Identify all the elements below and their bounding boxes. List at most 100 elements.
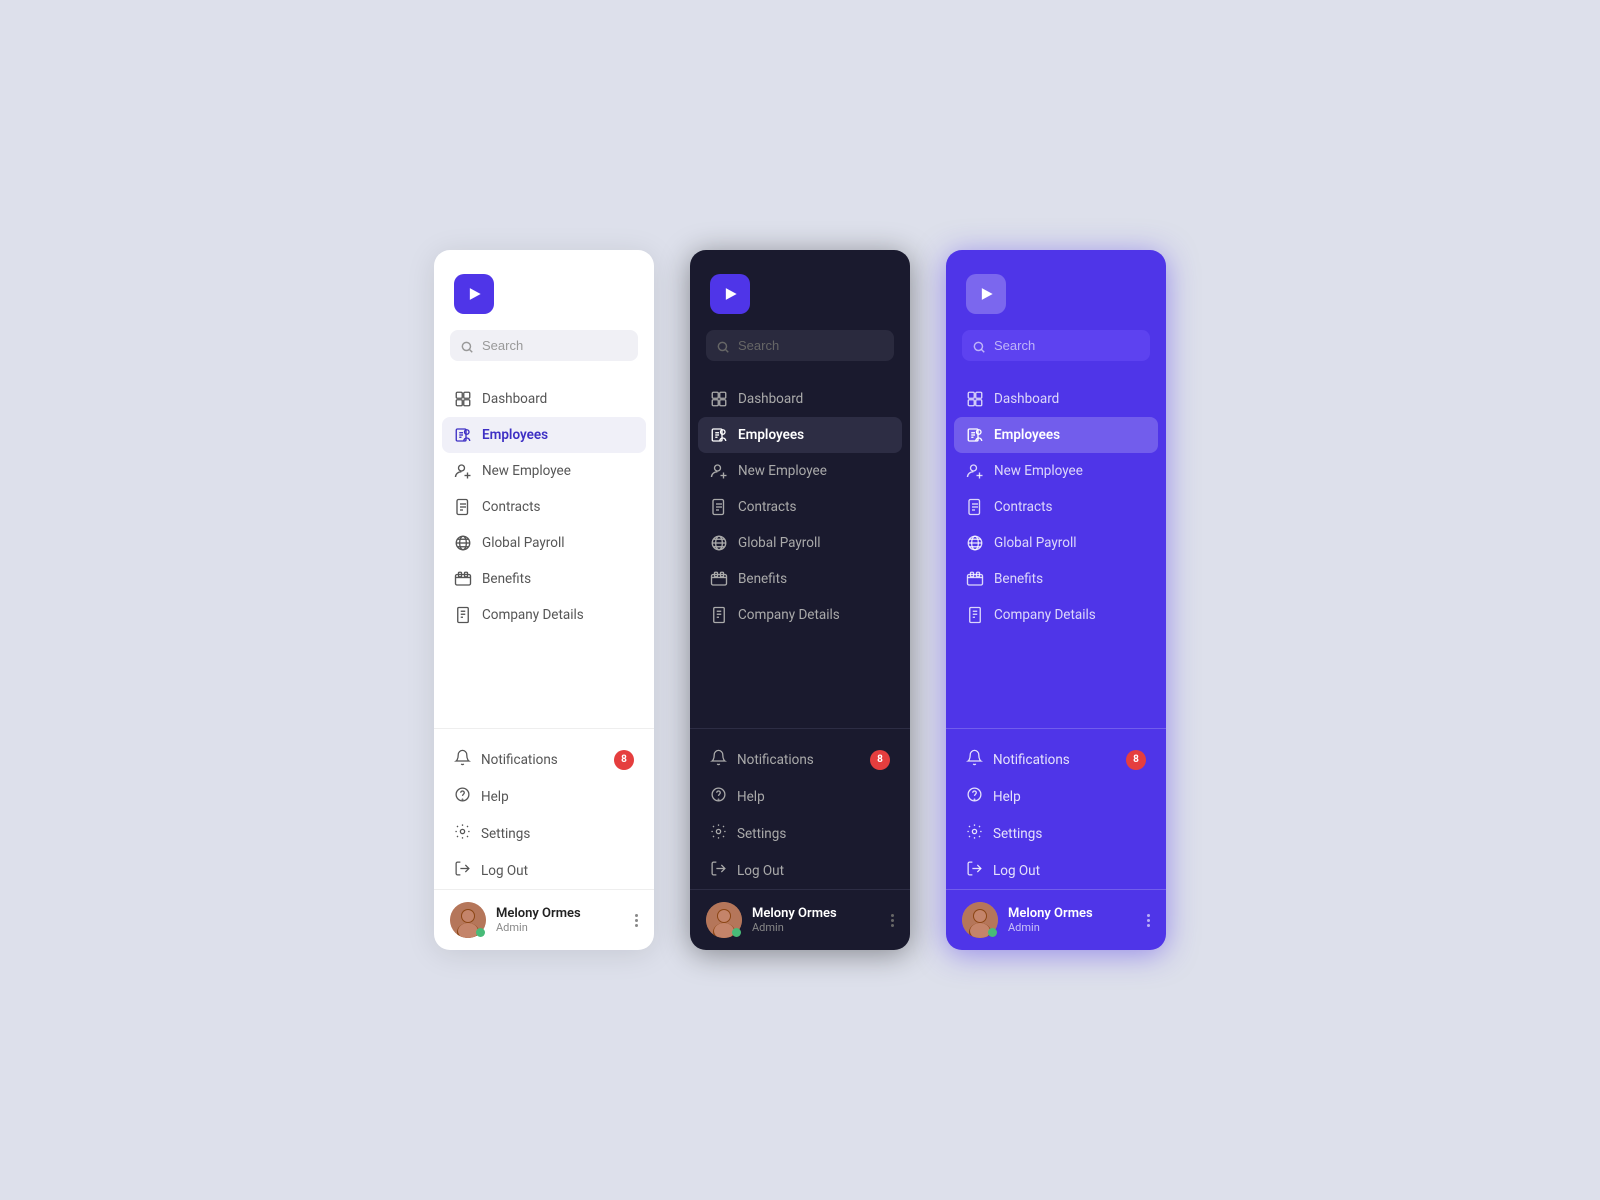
nav-item-employees[interactable]: Employees	[698, 417, 902, 453]
more-options-icon[interactable]	[635, 914, 638, 927]
nav-item-company-details[interactable]: Company Details	[954, 597, 1158, 633]
nav-item-dashboard[interactable]: Dashboard	[442, 381, 646, 417]
notification-badge: 8	[1126, 750, 1146, 770]
notifications-label: Notifications	[737, 752, 814, 768]
avatar-wrap	[450, 902, 486, 938]
nav-item-dashboard[interactable]: Dashboard	[954, 381, 1158, 417]
global-payroll-icon	[454, 534, 472, 552]
help-label: Help	[993, 789, 1021, 805]
nav-item-new-employee[interactable]: New Employee	[698, 453, 902, 489]
avatar-wrap	[706, 902, 742, 938]
nav-item-global-payroll[interactable]: Global Payroll	[698, 525, 902, 561]
nav-item-benefits[interactable]: Benefits	[954, 561, 1158, 597]
help-label: Help	[481, 789, 509, 805]
search-input[interactable]	[450, 330, 638, 361]
nav-item-employees[interactable]: Employees	[954, 417, 1158, 453]
notifications-label: Notifications	[993, 752, 1070, 768]
notification-badge: 8	[870, 750, 890, 770]
nav-item-dashboard[interactable]: Dashboard	[698, 381, 902, 417]
employees-icon	[710, 426, 728, 444]
logout-item[interactable]: Log Out	[442, 852, 646, 889]
nav-item-global-payroll[interactable]: Global Payroll	[954, 525, 1158, 561]
settings-item[interactable]: Settings	[698, 815, 902, 852]
dashboard-icon	[966, 390, 984, 408]
user-role: Admin	[752, 921, 881, 934]
search-input[interactable]	[706, 330, 894, 361]
nav-item-company-details[interactable]: Company Details	[442, 597, 646, 633]
logout-item[interactable]: Log Out	[698, 852, 902, 889]
new-employee-icon	[966, 462, 984, 480]
nav-section: Dashboard Employees New Employee Contrac…	[690, 381, 910, 681]
nav-label-global-payroll: Global Payroll	[738, 535, 821, 551]
nav-section: Dashboard Employees New Employee Contrac…	[434, 381, 654, 681]
app-logo[interactable]	[454, 274, 494, 314]
settings-item[interactable]: Settings	[442, 815, 646, 852]
benefits-icon	[966, 570, 984, 588]
nav-label-global-payroll: Global Payroll	[994, 535, 1077, 551]
contracts-icon	[454, 498, 472, 516]
logo-area	[946, 250, 1166, 330]
user-section[interactable]: Melony Ormes Admin	[690, 889, 910, 950]
nav-label-benefits: Benefits	[994, 571, 1043, 587]
logout-icon	[966, 860, 983, 881]
contracts-icon	[710, 498, 728, 516]
online-indicator	[732, 928, 741, 937]
notifications-item[interactable]: Notifications 8	[442, 741, 646, 778]
nav-item-contracts[interactable]: Contracts	[698, 489, 902, 525]
nav-label-company-details: Company Details	[482, 607, 584, 623]
notifications-item[interactable]: Notifications 8	[698, 741, 902, 778]
user-section[interactable]: Melony Ormes Admin	[434, 889, 654, 950]
settings-icon	[710, 823, 727, 844]
user-role: Admin	[1008, 921, 1137, 934]
user-role: Admin	[496, 921, 625, 934]
logout-item[interactable]: Log Out	[954, 852, 1158, 889]
sidebar-bottom: Notifications 8 Help Settings Log Out	[434, 728, 654, 889]
search-area	[434, 330, 654, 381]
more-options-icon[interactable]	[891, 914, 894, 927]
settings-label: Settings	[737, 826, 786, 842]
nav-item-benefits[interactable]: Benefits	[698, 561, 902, 597]
notifications-item[interactable]: Notifications 8	[954, 741, 1158, 778]
sidebar-purple: Dashboard Employees New Employee Contrac…	[946, 250, 1166, 950]
benefits-icon	[710, 570, 728, 588]
help-item[interactable]: Help	[698, 778, 902, 815]
sidebar-dark: Dashboard Employees New Employee Contrac…	[690, 250, 910, 950]
global-payroll-icon	[966, 534, 984, 552]
nav-item-contracts[interactable]: Contracts	[954, 489, 1158, 525]
app-logo[interactable]	[966, 274, 1006, 314]
global-payroll-icon	[710, 534, 728, 552]
logo-area	[690, 250, 910, 330]
nav-item-new-employee[interactable]: New Employee	[442, 453, 646, 489]
more-options-icon[interactable]	[1147, 914, 1150, 927]
search-input[interactable]	[962, 330, 1150, 361]
panels-container: Dashboard Employees New Employee Contrac…	[394, 190, 1206, 1010]
help-item[interactable]: Help	[442, 778, 646, 815]
nav-label-employees: Employees	[738, 427, 804, 443]
user-name: Melony Ormes	[496, 906, 625, 921]
avatar-wrap	[962, 902, 998, 938]
logout-icon	[710, 860, 727, 881]
dashboard-icon	[454, 390, 472, 408]
help-icon	[966, 786, 983, 807]
employees-icon	[454, 426, 472, 444]
nav-label-company-details: Company Details	[994, 607, 1096, 623]
nav-item-benefits[interactable]: Benefits	[442, 561, 646, 597]
settings-item[interactable]: Settings	[954, 815, 1158, 852]
user-info: Melony Ormes Admin	[496, 906, 625, 934]
nav-item-new-employee[interactable]: New Employee	[954, 453, 1158, 489]
nav-item-company-details[interactable]: Company Details	[698, 597, 902, 633]
app-logo[interactable]	[710, 274, 750, 314]
bell-icon	[454, 749, 471, 770]
settings-icon	[454, 823, 471, 844]
nav-item-contracts[interactable]: Contracts	[442, 489, 646, 525]
company-details-icon	[710, 606, 728, 624]
new-employee-icon	[454, 462, 472, 480]
nav-item-employees[interactable]: Employees	[442, 417, 646, 453]
help-icon	[454, 786, 471, 807]
nav-item-global-payroll[interactable]: Global Payroll	[442, 525, 646, 561]
nav-label-dashboard: Dashboard	[738, 391, 803, 407]
bell-icon	[710, 749, 727, 770]
logout-label: Log Out	[993, 863, 1040, 879]
help-item[interactable]: Help	[954, 778, 1158, 815]
user-section[interactable]: Melony Ormes Admin	[946, 889, 1166, 950]
